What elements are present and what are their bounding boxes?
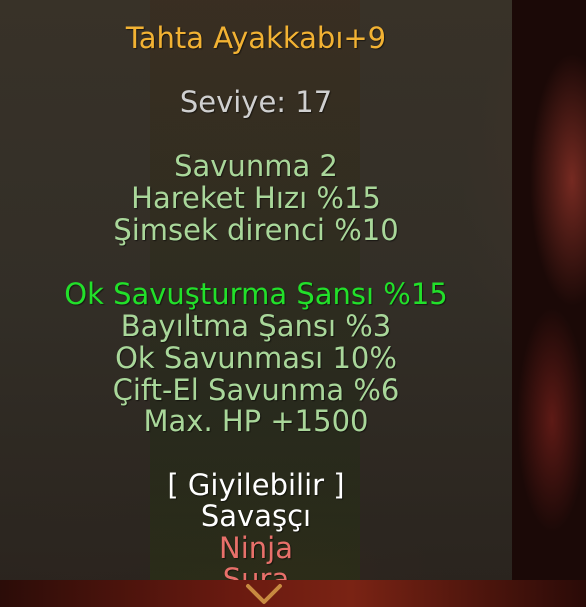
game-scene-bottom (0, 580, 586, 607)
base-stat-move-speed: Hareket Hızı %15 (131, 181, 381, 215)
bonus-arrow-dodge: Ok Savuşturma Şansı %15 (64, 277, 448, 311)
game-scene-right (512, 0, 586, 607)
base-stat-lightning-resist: Şimsek direnci %10 (113, 213, 399, 247)
class-denied-sura: Sura (222, 562, 290, 580)
bonus-arrow-defense: Ok Savunması 10% (115, 341, 397, 375)
wearable-label: [ Giyilebilir ] (167, 468, 345, 502)
bonus-stun-chance: Bayıltma Şansı %3 (120, 309, 392, 343)
item-level: Seviye: 17 (179, 85, 333, 119)
item-tooltip: Tahta Ayakkabı+9 Seviye: 17 Savunma 2 Ha… (0, 0, 512, 580)
class-denied-ninja: Ninja (219, 531, 293, 565)
item-name: Tahta Ayakkabı+9 (125, 21, 387, 55)
chevron-down-icon[interactable] (244, 582, 284, 606)
bonus-two-hand-defense: Çift-El Savunma %6 (112, 373, 400, 407)
bonus-max-hp: Max. HP +1500 (143, 404, 369, 438)
class-allowed-warrior: Savaşçı (200, 499, 312, 533)
base-stat-defense: Savunma 2 (174, 149, 338, 183)
